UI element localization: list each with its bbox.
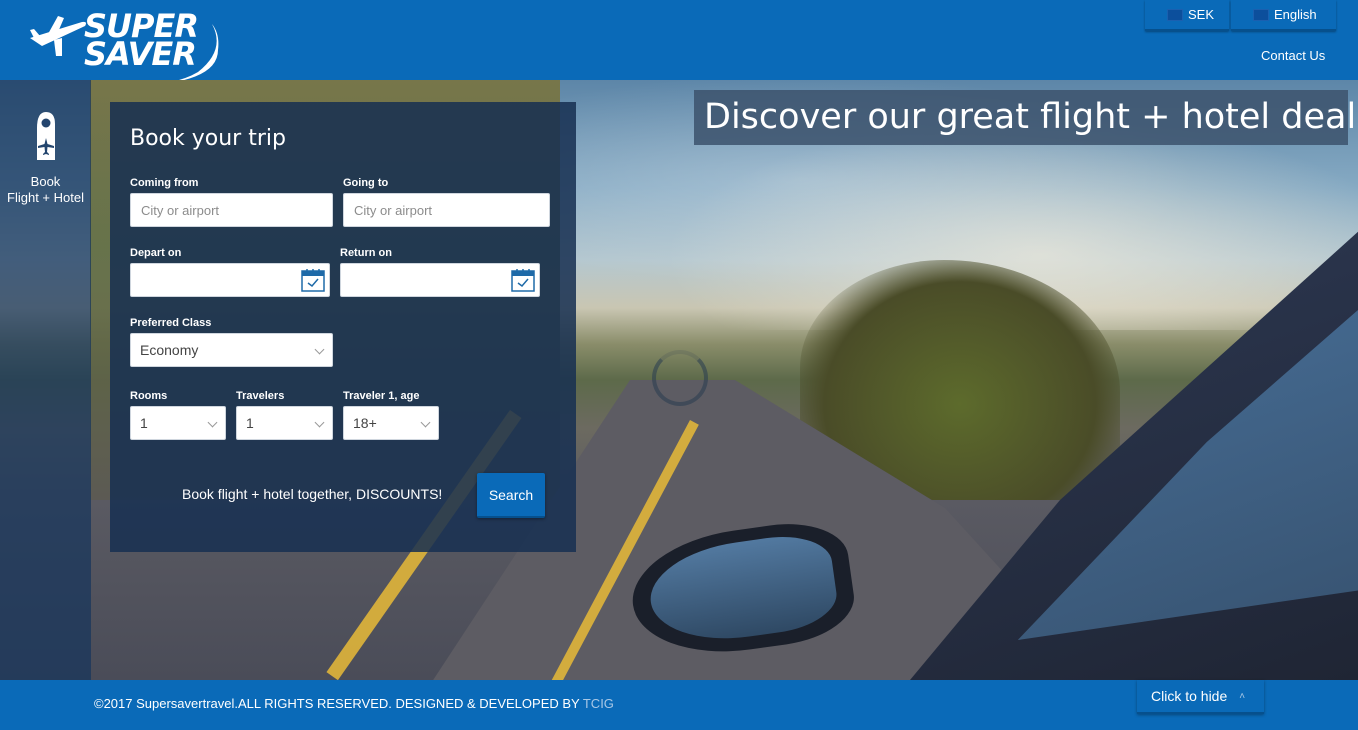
rooms-select[interactable]: 1 [130,406,226,440]
travelers-label: Travelers [236,390,285,402]
chevron-up-icon: ˄ [1239,690,1246,702]
rooms-label: Rooms [130,390,168,402]
copyright-label: ©2017 Supersavertravel.ALL RIGHTS RESERV… [94,696,583,711]
calendar-icon[interactable] [511,268,535,292]
language-label: English [1274,7,1317,22]
chevron-down-icon [207,417,218,428]
contact-us-link[interactable]: Contact Us [1261,48,1325,63]
hide-footer-button[interactable]: Click to hide ˄ [1137,680,1264,714]
traveler-age-label: Traveler 1, age [343,390,420,402]
chevron-down-icon [314,417,325,428]
preferred-class-label: Preferred Class [130,317,212,329]
developer-link[interactable]: TCIG [583,696,614,711]
door-hanger-plane-icon [36,112,55,160]
travelers-value: 1 [246,415,254,431]
logo-wordmark: SUPER SAVER [84,7,199,73]
sidebar: Book Flight + Hotel [0,80,91,680]
uk-flag-icon [1253,8,1269,21]
hero-headline: Discover our great flight + hotel deals [694,90,1358,145]
site-logo[interactable]: SUPER SAVER [28,7,228,87]
coming-from-input[interactable]: City or airport [130,193,333,227]
booking-title: Book your trip [130,126,286,151]
return-date-input[interactable] [340,263,540,297]
currency-button[interactable]: SEK [1145,0,1229,31]
depart-date-input[interactable] [130,263,330,297]
promo-text: Book flight + hotel together, DISCOUNTS! [182,486,443,502]
booking-panel: Book your trip Coming from City or airpo… [110,102,576,552]
sidebar-item-flight-hotel[interactable]: Book Flight + Hotel [0,110,91,206]
return-on-label: Return on [340,247,392,259]
going-to-input[interactable]: City or airport [343,193,550,227]
site-header: SUPER SAVER SEK English Contact Us [0,0,1358,87]
calendar-icon[interactable] [301,268,325,292]
chevron-down-icon [314,344,325,355]
going-to-label: Going to [343,177,389,189]
language-button[interactable]: English [1231,0,1336,31]
coming-from-placeholder: City or airport [141,202,220,218]
currency-label: SEK [1188,7,1215,22]
preferred-class-value: Economy [140,342,199,358]
sweden-flag-icon [1167,8,1183,21]
rooms-value: 1 [140,415,148,431]
going-to-placeholder: City or airport [354,202,433,218]
search-button[interactable]: Search [477,473,545,518]
hide-footer-label: Click to hide [1151,688,1228,704]
preferred-class-select[interactable]: Economy [130,333,333,367]
traveler-age-value: 18+ [353,415,377,431]
travelers-select[interactable]: 1 [236,406,333,440]
chevron-down-icon [420,417,431,428]
coming-from-label: Coming from [130,177,199,189]
traveler-age-select[interactable]: 18+ [343,406,439,440]
loading-spinner-icon [652,350,708,406]
site-footer: ©2017 Supersavertravel.ALL RIGHTS RESERV… [0,680,1358,730]
copyright-text: ©2017 Supersavertravel.ALL RIGHTS RESERV… [94,696,614,711]
sidebar-item-label: Book Flight + Hotel [7,174,84,205]
depart-on-label: Depart on [130,247,182,259]
